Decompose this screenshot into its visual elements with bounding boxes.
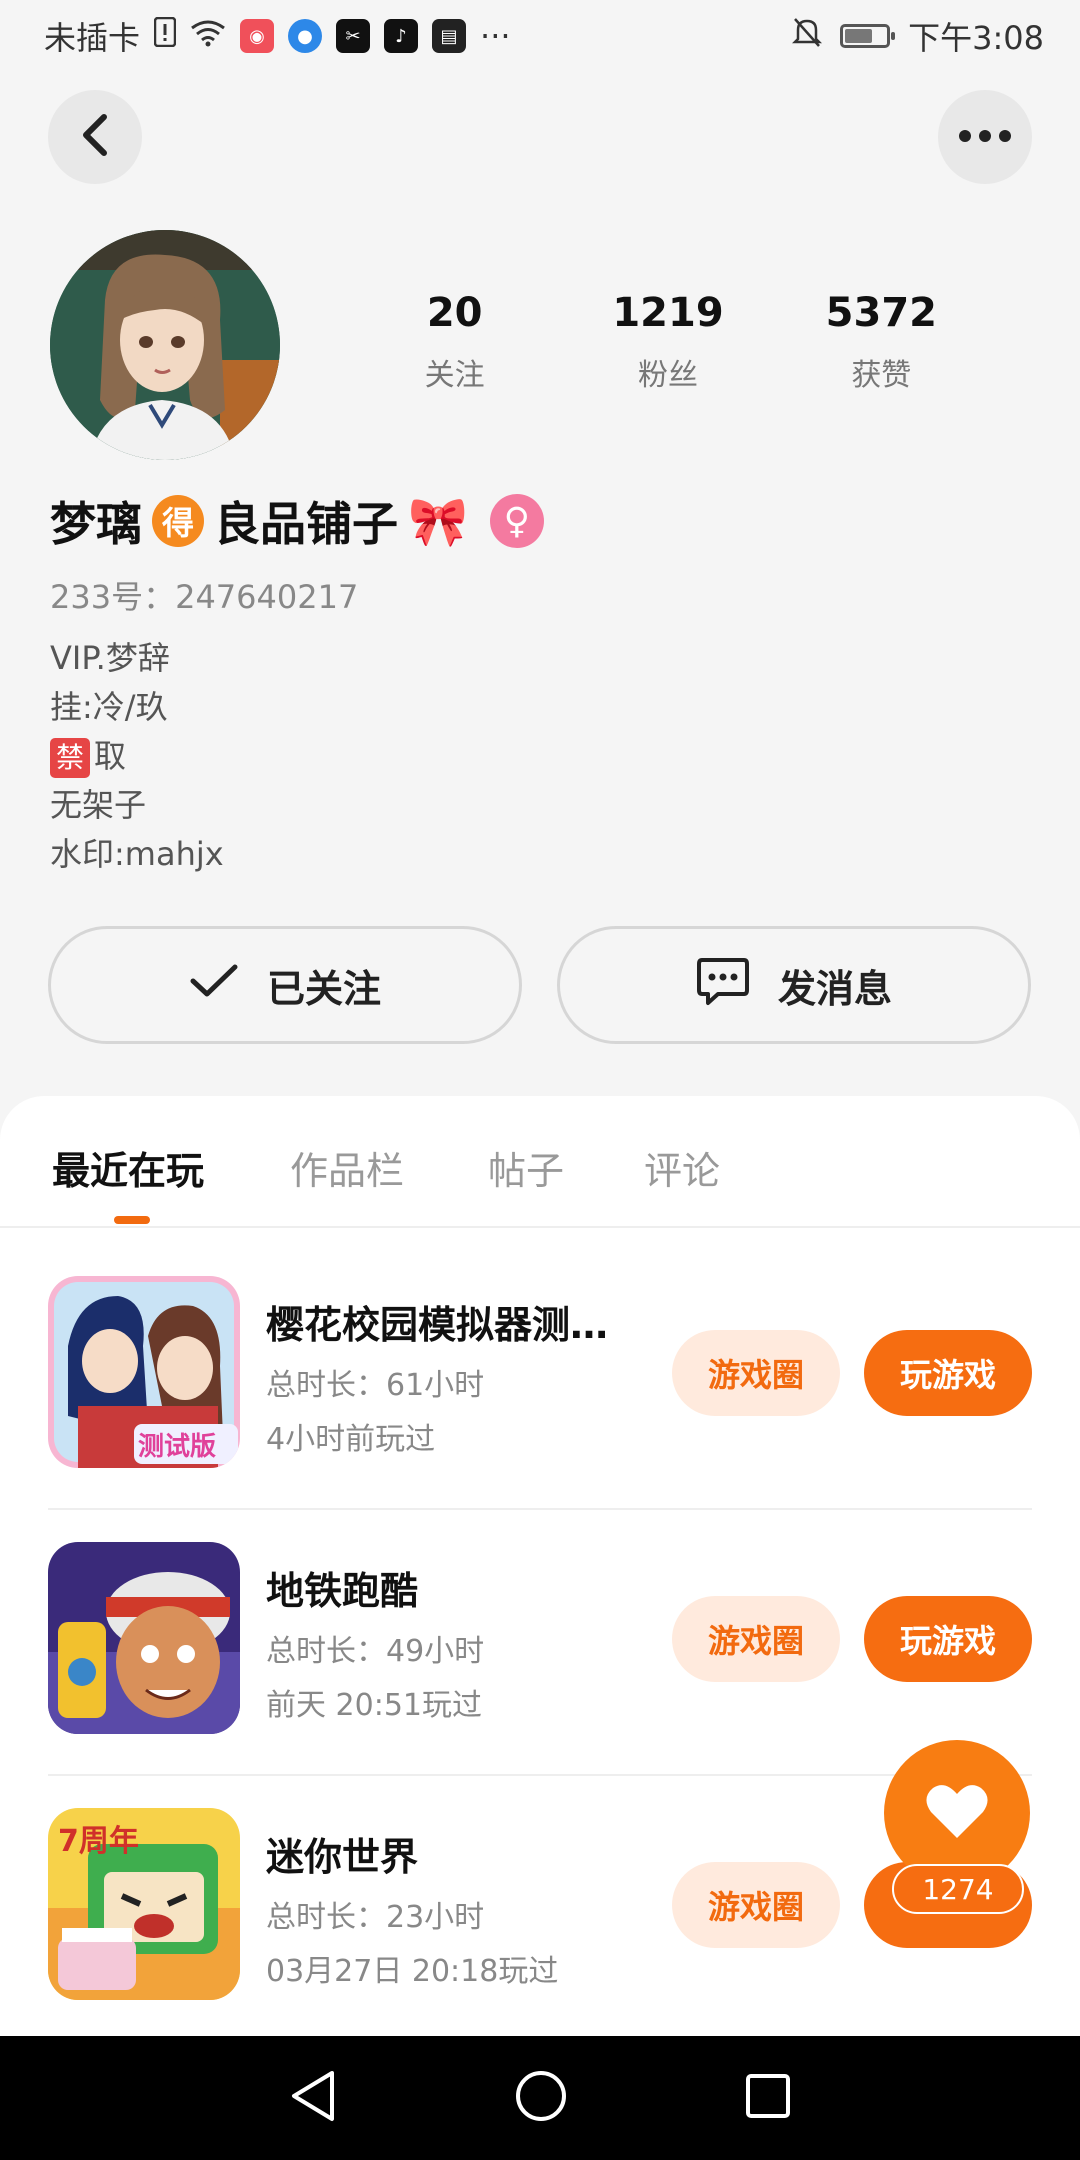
followers-label: 粉丝: [637, 358, 698, 393]
back-button[interactable]: [48, 90, 142, 184]
checkmark-icon: [189, 963, 239, 1008]
nav-home-icon[interactable]: [514, 2069, 568, 2127]
wifi-icon: [190, 17, 226, 55]
bio-text: 取: [94, 737, 127, 775]
message-button[interactable]: 发消息: [557, 926, 1031, 1044]
app-notification-icon: ◉: [240, 19, 275, 53]
game-title: 樱花校园模拟器测…: [266, 1303, 609, 1347]
following-label: 关注: [424, 358, 485, 393]
followed-label: 已关注: [266, 966, 381, 1011]
game-icon[interactable]: 7周年: [48, 1808, 240, 2000]
user-id: 233号：247640217: [50, 578, 359, 616]
bio-line: 挂:冷/玖: [50, 688, 168, 726]
following-count: 20: [426, 290, 483, 336]
clock: 下午3:08: [908, 19, 1044, 57]
ribbon-bow-icon: 🎀: [408, 493, 468, 550]
bio-line: 禁取: [50, 732, 224, 781]
bio-line: VIP.梦辞: [50, 639, 170, 677]
play-game-button[interactable]: 玩游戏: [864, 1596, 1032, 1682]
tab-recently-played[interactable]: 最近在玩: [52, 1140, 204, 1195]
game-icon[interactable]: [48, 1542, 240, 1734]
browser-app-icon: ●: [288, 19, 323, 53]
capcut-app-icon: ✂: [336, 19, 371, 53]
chat-bubble-icon: [696, 956, 750, 1015]
game-circle-button[interactable]: 游戏圈: [672, 1862, 840, 1948]
avatar-image: [50, 230, 280, 460]
battery-icon: [840, 24, 896, 48]
sim-alert-icon: [153, 16, 177, 55]
followers-count: 1219: [612, 290, 724, 336]
divider: [48, 1508, 1032, 1510]
username-part1: 梦璃: [50, 497, 142, 551]
username-badge: 得: [152, 495, 204, 547]
more-dots-icon: [958, 128, 1012, 147]
game-icon-badge: 7周年: [58, 1824, 139, 1859]
mute-bell-icon: [792, 16, 823, 56]
username-part2: 良品铺子: [214, 497, 398, 551]
tab-comments[interactable]: 评论: [644, 1140, 720, 1195]
carrier-text: 未插卡: [44, 19, 141, 57]
game-list-item[interactable]: 测试版 樱花校园模拟器测… 总时长：61小时 4小时前玩过 游戏圈 玩游戏: [48, 1276, 1032, 1510]
tab-posts[interactable]: 帖子: [488, 1140, 564, 1195]
like-count-badge: 1274: [892, 1864, 1024, 1914]
game-duration: 总时长：49小时: [266, 1634, 485, 1669]
followed-button[interactable]: 已关注: [48, 926, 522, 1044]
status-bar: 未插卡 ◉ ● ✂ ♪ ▤ ··· 下午3:08: [0, 0, 1080, 72]
game-duration: 总时长：23小时: [266, 1900, 485, 1935]
followers-stat[interactable]: 1219 粉丝: [561, 290, 774, 394]
heart-icon: [925, 1782, 989, 1844]
bio-line: 无架子: [50, 786, 147, 824]
game-circle-button[interactable]: 游戏圈: [672, 1596, 840, 1682]
divider: [48, 1774, 1032, 1776]
tiktok-app-icon: ♪: [384, 19, 419, 53]
game-icon[interactable]: 测试版: [48, 1276, 240, 1468]
game-circle-button[interactable]: 游戏圈: [672, 1330, 840, 1416]
chevron-left-icon: [80, 113, 110, 161]
game-list-item[interactable]: 地铁跑酷 总时长：49小时 前天 20:51玩过 游戏圈 玩游戏: [48, 1542, 1032, 1776]
ban-badge: 禁: [50, 738, 90, 778]
nav-recents-icon[interactable]: [744, 2072, 792, 2124]
bio: VIP.梦辞 挂:冷/玖 禁取 无架子 水印:mahjx: [50, 634, 224, 879]
game-title: 地铁跑酷: [266, 1569, 419, 1613]
comic-app-icon: ▤: [432, 19, 467, 53]
more-notifications-icon: ···: [480, 17, 511, 55]
tab-bar: 最近在玩 作品栏 帖子 评论: [0, 1096, 1080, 1228]
likes-stat[interactable]: 5372 获赞: [775, 290, 988, 394]
game-list-item[interactable]: 7周年 迷你世界 总时长：23小时 03月27日 20:18玩过 游戏圈: [48, 1808, 1032, 2004]
system-nav-bar: [0, 2036, 1080, 2160]
likes-label: 获赞: [851, 358, 912, 393]
avatar[interactable]: [50, 230, 280, 460]
following-stat[interactable]: 20 关注: [348, 290, 561, 394]
more-options-button[interactable]: [938, 90, 1032, 184]
tab-indicator: [114, 1216, 150, 1224]
game-duration: 总时长：61小时: [266, 1368, 485, 1403]
tab-works[interactable]: 作品栏: [290, 1140, 404, 1195]
nav-back-icon[interactable]: [288, 2069, 338, 2127]
play-game-button[interactable]: 玩游戏: [864, 1330, 1032, 1416]
bio-line: 水印:mahjx: [50, 835, 224, 873]
game-last-played: 03月27日 20:18玩过: [266, 1954, 559, 1989]
female-gender-icon: ♀: [489, 494, 544, 548]
profile-stats: 20 关注 1219 粉丝 5372 获赞: [348, 290, 988, 394]
likes-count: 5372: [825, 290, 937, 336]
game-icon-badge: 测试版: [138, 1432, 217, 1462]
message-label: 发消息: [777, 966, 892, 1011]
game-last-played: 4小时前玩过: [266, 1422, 436, 1457]
game-last-played: 前天 20:51玩过: [266, 1688, 482, 1723]
game-title: 迷你世界: [266, 1835, 419, 1879]
username-row: 梦璃 得 良品铺子 🎀 ♀: [50, 488, 544, 554]
